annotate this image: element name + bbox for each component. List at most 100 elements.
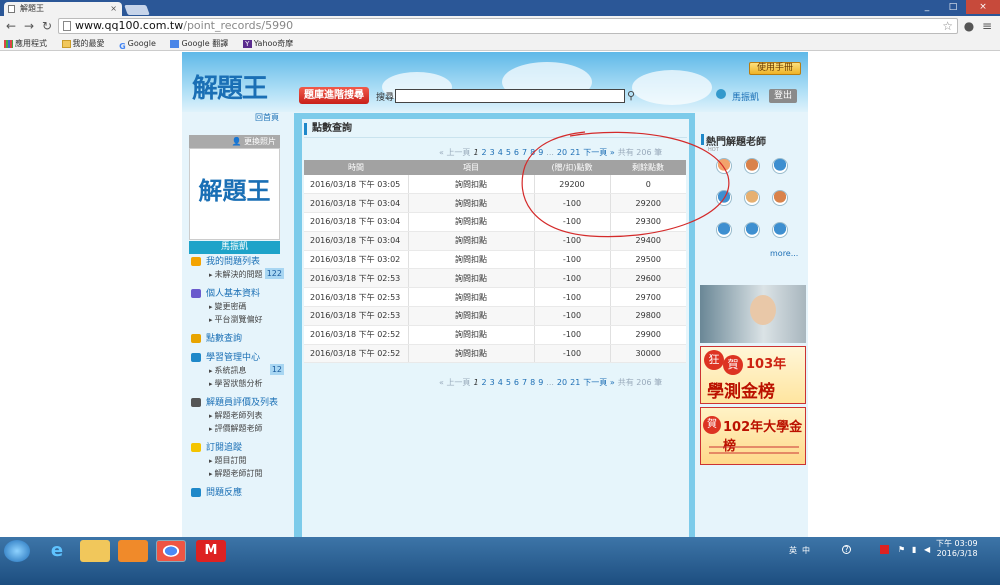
app-m-icon[interactable]: M [196,540,226,562]
teacher-avatar[interactable] [772,158,788,174]
bookmark-label: Google [127,39,156,48]
help-icon[interactable]: ? [842,545,851,554]
sidebar-item-label: 平台瀏覽偏好 [214,315,263,324]
sidebar-section-label: 問題反應 [206,488,243,498]
ad-banner-102[interactable]: 賀 102年大學金榜 [700,407,806,465]
yahoo-icon: Y [242,39,252,48]
ad-title: 102年大學金榜 [723,420,803,454]
ad-banner-photo[interactable] [700,285,806,343]
bookmark-apps[interactable]: 應用程式 [0,37,47,51]
sidebar-item[interactable]: 題目訂閱 [191,454,284,467]
pager-page[interactable]: 6 [514,378,519,387]
teacher-avatar[interactable] [744,222,760,238]
close-window-button[interactable]: × [966,0,1000,14]
pager-page[interactable]: 8 [530,378,535,387]
bookmark-google[interactable]: G Google [115,37,156,51]
sidebar-item-label: 評價解題老師 [214,424,263,433]
start-button[interactable] [4,540,30,562]
extension-icon[interactable]: ● [962,17,976,35]
teacher-avatar[interactable] [772,222,788,238]
volume-icon[interactable]: ◀ [924,545,933,554]
bookmark-yahoo[interactable]: Y Yahoo奇摩 [239,37,293,51]
explorer-icon[interactable] [80,540,110,562]
sidebar-section[interactable]: 問題反應 [191,487,284,499]
sidebar-item[interactable]: 解題老師訂閱 [191,467,284,480]
badge-he: 賀 [703,416,721,434]
sidebar-section[interactable]: 我的問題列表 [191,256,284,268]
change-photo-link[interactable]: 👤 更換照片 [189,135,280,148]
sidebar-item[interactable]: 變更密碼 [191,300,284,313]
ie-icon[interactable]: e [42,540,72,562]
sidebar-item[interactable]: 未解決的問題122 [191,268,284,281]
sidebar-section[interactable]: 學習管理中心 [191,352,284,364]
pager-page[interactable]: 2 [482,148,487,157]
teacher-avatar[interactable] [772,190,788,206]
media-player-icon[interactable] [118,540,148,562]
advanced-search-button[interactable]: 題庫進階搜尋 [299,87,369,104]
tab-title: 解題王 [20,4,44,13]
cell-time: 2016/03/18 下午 02:53 [304,268,408,289]
tab-close-icon[interactable]: × [110,2,117,16]
page-icon [8,5,15,13]
network-icon[interactable]: ▮ [912,545,921,554]
sidebar-item[interactable]: 評價解題老師 [191,422,284,435]
pager-page[interactable]: 4 [498,378,503,387]
pager-page[interactable]: 21 [570,378,580,387]
pager-page[interactable]: 7 [522,378,527,387]
new-tab-button[interactable] [124,5,150,15]
search-icon[interactable]: ⚲ [627,89,635,102]
manual-button[interactable]: 使用手冊 [749,62,801,75]
sidebar-item-label: 變更密碼 [214,302,247,311]
sidebar-section-label: 我的問題列表 [206,257,261,267]
ad-banner-103[interactable]: 狂 賀 103年 學測金榜 [700,346,806,404]
pager-page[interactable]: 3 [490,148,495,157]
sidebar-section[interactable]: 訂閱追蹤 [191,442,284,454]
bookmark-favorites[interactable]: 我的最愛 [58,37,105,51]
user-name[interactable]: 馬振凱 [732,90,759,103]
pager-page[interactable]: 9 [538,378,543,387]
menu-icon[interactable]: ≡ [980,17,994,35]
clock-time: 下午 03:09 [936,539,978,548]
address-bar[interactable]: www.qq100.com.tw/point_records/5990 ☆ [58,18,958,34]
sidebar-item[interactable]: 系統訊息 12 [191,364,284,377]
site-logo[interactable]: 解題王 [192,68,270,118]
cell-change: -100 [533,325,610,345]
chrome-icon[interactable] [156,540,186,562]
sidebar-section[interactable]: 個人基本資料 [191,288,284,300]
sidebar-item[interactable]: 解題老師列表 [191,409,284,422]
minimize-button[interactable]: _ [914,0,940,14]
flag-icon[interactable]: ⚑ [898,545,907,554]
pager-next[interactable]: 下一頁 » [583,378,614,387]
reload-icon[interactable]: ↻ [40,17,54,35]
back-icon[interactable]: ← [4,17,18,35]
pager-page[interactable]: 3 [490,378,495,387]
forward-icon[interactable]: → [22,17,36,35]
home-link[interactable]: 回首頁 [255,112,279,123]
more-link[interactable]: more... [770,249,798,258]
ime-chinese[interactable]: 中 [802,545,811,555]
app-tray-icon[interactable] [880,545,889,554]
pager-page[interactable]: 20 [557,378,567,387]
browser-tab[interactable]: 解題王 × [4,2,122,16]
logout-button[interactable]: 登出 [769,89,797,103]
badge-kuang: 狂 [704,350,724,370]
maximize-button[interactable]: □ [940,0,966,14]
bookmark-google-translate[interactable]: Google 翻譯 [166,37,228,51]
list-icon [191,398,201,407]
pager-page[interactable]: 4 [498,148,503,157]
cloud-decoration [632,70,712,105]
sidebar-section[interactable]: 點數查詢 [191,333,284,345]
pager-page[interactable]: 5 [506,378,511,387]
cell-time: 2016/03/18 下午 02:53 [304,287,408,308]
pager-page[interactable]: 2 [482,378,487,387]
sidebar-section[interactable]: 解題員評價及列表 [191,397,284,409]
search-input[interactable] [395,89,625,103]
url-path: /point_records/5990 [183,19,294,32]
clock[interactable]: 下午 03:09 2016/3/18 [936,539,978,559]
sidebar-item[interactable]: 學習狀態分析 [191,377,284,390]
ime-english[interactable]: 英 [789,545,798,555]
sidebar-item[interactable]: 平台瀏覽偏好 [191,313,284,326]
teacher-avatar[interactable] [744,190,760,206]
bookmark-star-icon[interactable]: ☆ [942,19,953,33]
teacher-avatar[interactable] [744,158,760,174]
